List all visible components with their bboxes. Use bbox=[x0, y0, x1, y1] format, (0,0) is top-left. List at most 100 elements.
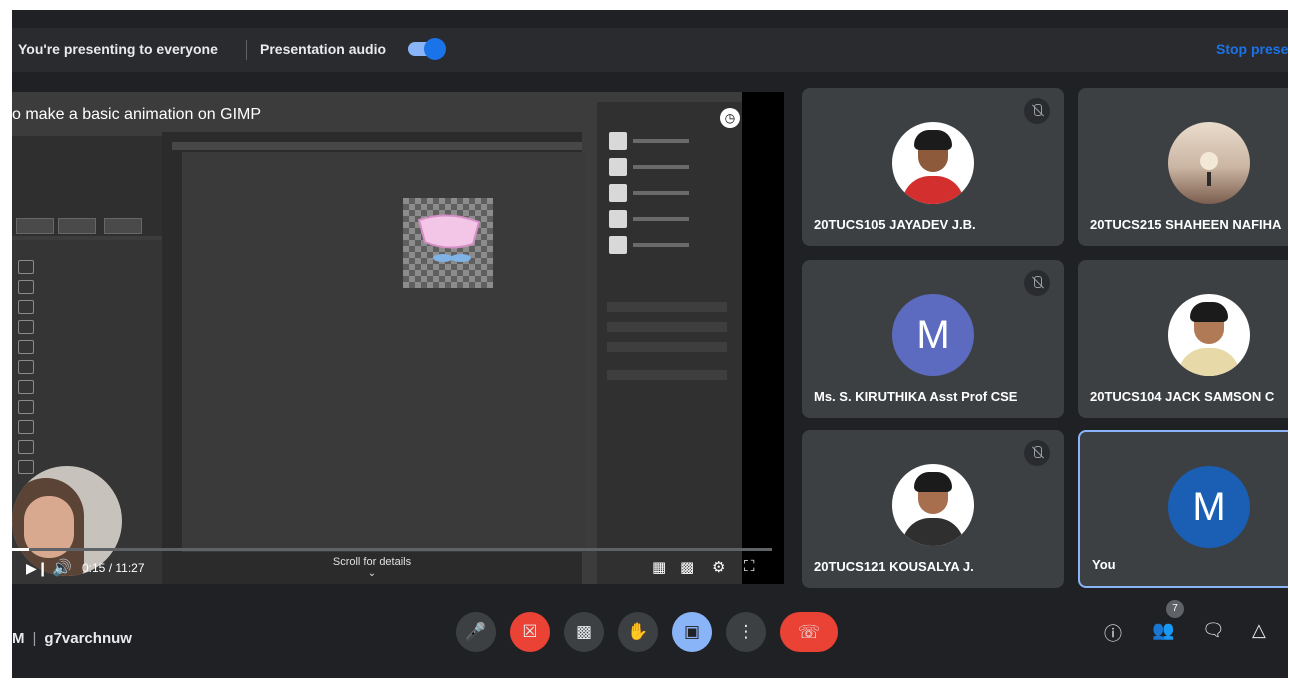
dock-row bbox=[607, 342, 727, 352]
tool-icon bbox=[18, 420, 34, 434]
tool-icon bbox=[18, 260, 34, 274]
settings-icon[interactable]: ⚙ bbox=[712, 558, 725, 576]
miniplayer-icon[interactable]: ▦ bbox=[652, 558, 666, 576]
avatar bbox=[892, 122, 974, 204]
end-call-button[interactable]: ☏ bbox=[780, 612, 838, 652]
participant-name: 20TUCS104 JACK SAMSON C bbox=[1090, 389, 1275, 404]
brush-label bbox=[633, 217, 689, 221]
avatar-figure bbox=[1207, 172, 1211, 186]
avatar bbox=[1168, 122, 1250, 204]
meeting-time: M bbox=[12, 630, 25, 647]
avatar-shirt bbox=[1178, 348, 1240, 376]
participant-tile[interactable]: 20TUCS215 SHAHEEN NAFIHA bbox=[1078, 88, 1288, 246]
brush-label bbox=[633, 243, 689, 247]
video-title: o make a basic animation on GIMP bbox=[12, 106, 262, 123]
tool-icon bbox=[18, 300, 34, 314]
mic-icon: 🎤 bbox=[465, 622, 487, 641]
animation-frame-image bbox=[403, 198, 493, 288]
brush-icon bbox=[609, 210, 627, 228]
captions-button[interactable]: ▩ bbox=[564, 612, 604, 652]
tool-icon bbox=[18, 340, 34, 354]
mic-button[interactable]: 🎤 bbox=[456, 612, 496, 652]
participant-name: 20TUCS105 JAYADEV J.B. bbox=[814, 217, 976, 232]
participant-name: 20TUCS215 SHAHEEN NAFIHA bbox=[1090, 217, 1282, 232]
avatar-hair bbox=[914, 130, 952, 150]
gimp-dialog bbox=[12, 136, 162, 236]
avatar-sun bbox=[1200, 152, 1218, 170]
present-icon: ▣ bbox=[683, 622, 701, 641]
avatar-hair bbox=[1190, 302, 1228, 322]
gimp-dock bbox=[597, 102, 742, 584]
gimp-canvas bbox=[182, 152, 586, 552]
scroll-hint-label: Scroll for details bbox=[332, 556, 412, 568]
tool-icon bbox=[18, 380, 34, 394]
mic-off-icon bbox=[1024, 98, 1050, 124]
fullscreen-icon[interactable]: ⛶ bbox=[744, 558, 755, 575]
chevron-down-icon: ⌄ bbox=[367, 568, 377, 579]
brush-icon bbox=[609, 158, 627, 176]
raise-hand-icon: ✋ bbox=[627, 622, 649, 641]
brush-icon bbox=[609, 184, 627, 202]
dock-row bbox=[607, 322, 727, 332]
chat-icon[interactable]: 🗨 bbox=[1202, 620, 1225, 641]
presentation-audio-toggle[interactable] bbox=[408, 38, 446, 60]
shared-video[interactable]: o make a basic animation on GIMP ◷ ➦ bbox=[12, 92, 742, 584]
avatar: M bbox=[1168, 466, 1250, 548]
shared-screen: o make a basic animation on GIMP ◷ ➦ ▶❙ … bbox=[12, 92, 784, 584]
avatar bbox=[892, 464, 974, 546]
divider: | bbox=[32, 630, 37, 647]
volume-icon[interactable]: 🔊 bbox=[52, 558, 72, 578]
self-tile[interactable]: M You bbox=[1078, 430, 1288, 588]
play-icon[interactable]: ▶❙ bbox=[26, 560, 49, 577]
captions-icon[interactable]: ▩ bbox=[680, 558, 694, 576]
raise-hand-button[interactable]: ✋ bbox=[618, 612, 658, 652]
activities-icon[interactable]: △ bbox=[1252, 620, 1266, 641]
info-icon[interactable]: ⓘ bbox=[1104, 620, 1122, 646]
video-time: 0:15 / 11:27 bbox=[82, 561, 145, 575]
avatar-shirt bbox=[902, 518, 964, 546]
meeting-info: M | g7varchnuw bbox=[12, 630, 132, 647]
brush-label bbox=[633, 139, 689, 143]
dock-row bbox=[607, 302, 727, 312]
end-call-icon: ☏ bbox=[797, 622, 821, 642]
clock-icon[interactable]: ◷ bbox=[720, 108, 740, 128]
dialog-button bbox=[58, 218, 96, 234]
tool-icon bbox=[18, 440, 34, 454]
present-button[interactable]: ▣ bbox=[672, 612, 712, 652]
stop-presenting-button[interactable]: Stop prese bbox=[1216, 41, 1288, 57]
toggle-knob bbox=[424, 38, 446, 60]
participant-tile[interactable]: 20TUCS104 JACK SAMSON C bbox=[1078, 260, 1288, 418]
camera-off-icon: ☒ bbox=[522, 622, 538, 641]
avatar-hair bbox=[914, 472, 952, 492]
video-controls: ▶❙ 🔊 0:15 / 11:27 Scroll for details ⌄ ▦ … bbox=[12, 548, 782, 584]
tool-icon bbox=[18, 460, 34, 474]
scroll-hint[interactable]: Scroll for details ⌄ bbox=[332, 556, 412, 579]
avatar bbox=[1168, 294, 1250, 376]
camera-button[interactable]: ☒ bbox=[510, 612, 550, 652]
more-options-button[interactable]: ⋮ bbox=[726, 612, 766, 652]
dialog-button bbox=[104, 218, 142, 234]
presenting-status: You're presenting to everyone bbox=[18, 41, 218, 57]
brush-label bbox=[633, 165, 689, 169]
bottom-bar: M | g7varchnuw 🎤 ☒ ▩ ✋ ▣ ⋮ ☏ ⓘ 👥 7 🗨 △ bbox=[12, 600, 1288, 660]
participant-tile[interactable]: 20TUCS105 JAYADEV J.B. bbox=[802, 88, 1064, 246]
participant-tile[interactable]: M Ms. S. KIRUTHIKA Asst Prof CSE bbox=[802, 260, 1064, 418]
more-icon: ⋮ bbox=[737, 622, 755, 641]
captions-icon: ▩ bbox=[575, 622, 593, 641]
meet-window: You're presenting to everyone Presentati… bbox=[12, 10, 1288, 678]
gimp-ruler bbox=[172, 142, 582, 150]
dialog-button bbox=[16, 218, 54, 234]
brush-icon bbox=[609, 236, 627, 254]
tool-icon bbox=[18, 280, 34, 294]
tool-icon bbox=[18, 320, 34, 334]
meeting-code: g7varchnuw bbox=[44, 630, 132, 647]
avatar: M bbox=[892, 294, 974, 376]
video-progress-bar[interactable] bbox=[12, 548, 772, 551]
brush-label bbox=[633, 191, 689, 195]
brush-icon bbox=[609, 132, 627, 150]
people-icon[interactable]: 👥 bbox=[1152, 620, 1174, 641]
participant-count-badge: 7 bbox=[1166, 600, 1184, 618]
avatar-shirt bbox=[902, 176, 964, 204]
presenting-bar: You're presenting to everyone Presentati… bbox=[12, 28, 1288, 72]
participant-tile[interactable]: 20TUCS121 KOUSALYA J. bbox=[802, 430, 1064, 588]
